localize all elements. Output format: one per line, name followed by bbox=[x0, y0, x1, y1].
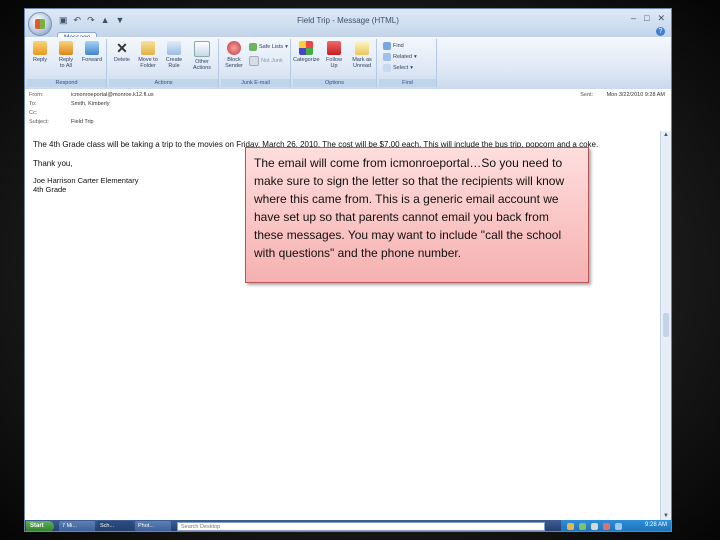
group-find: Find Related ▾ Select ▾ Find bbox=[379, 39, 437, 87]
select-button[interactable]: Select ▾ bbox=[383, 64, 413, 72]
cc-row: Cc: bbox=[29, 110, 38, 116]
group-label-junk-email: Junk E-mail bbox=[221, 79, 290, 87]
related-button[interactable]: Related ▾ bbox=[383, 53, 417, 61]
not-junk-button[interactable]: Not Junk bbox=[249, 56, 283, 66]
tray-icon[interactable] bbox=[591, 523, 598, 530]
window-controls: – □ ✕ bbox=[631, 13, 665, 24]
body-thanks: Thank you, bbox=[33, 159, 73, 168]
delete-icon: ✕ bbox=[116, 40, 128, 56]
reply-button[interactable]: Reply bbox=[27, 41, 53, 63]
reply-icon bbox=[33, 41, 47, 55]
other-actions-icon bbox=[194, 41, 210, 57]
sent-row: Sent: Mon 3/22/2010 9:28 AM bbox=[580, 92, 665, 98]
group-actions: ✕ Delete Move to Folder Create Rule Othe… bbox=[109, 39, 219, 87]
title-bar: ▣ ↶ ↷ ▲ ▼ Field Trip - Message (HTML) – … bbox=[25, 9, 671, 42]
chevron-down-icon: ▾ bbox=[285, 44, 288, 50]
taskbar-button-photos[interactable]: Phot... bbox=[135, 521, 171, 531]
forward-icon bbox=[85, 41, 99, 55]
related-icon bbox=[383, 53, 391, 61]
create-rule-button[interactable]: Create Rule bbox=[161, 41, 187, 69]
taskbar-button-mail[interactable]: 7 Mi... bbox=[59, 521, 95, 531]
taskbar-button-school[interactable]: Sch... bbox=[97, 521, 133, 531]
categorize-icon bbox=[299, 41, 313, 55]
signature-grade: 4th Grade bbox=[33, 185, 67, 194]
group-label-actions: Actions bbox=[109, 79, 218, 87]
tray-icon[interactable] bbox=[579, 523, 586, 530]
scroll-thumb[interactable] bbox=[663, 313, 669, 337]
subject-value: Field Trip bbox=[71, 119, 94, 125]
forward-button[interactable]: Forward bbox=[79, 41, 105, 63]
block-sender-button[interactable]: Block Sender bbox=[221, 41, 247, 69]
follow-up-button[interactable]: Follow Up bbox=[321, 41, 347, 69]
chevron-down-icon: ▾ bbox=[413, 54, 417, 60]
start-button[interactable]: Start bbox=[26, 521, 54, 531]
group-label-respond: Respond bbox=[27, 79, 106, 87]
block-sender-icon bbox=[227, 41, 241, 55]
safe-lists-icon bbox=[249, 43, 257, 51]
safe-lists-button[interactable]: Safe Lists ▾ bbox=[249, 43, 288, 51]
message-header: From: icmonroeportal@monroe.k12.fl.us To… bbox=[25, 89, 671, 132]
group-label-find: Find bbox=[379, 79, 436, 87]
other-actions-button[interactable]: Other Actions bbox=[189, 41, 215, 71]
ribbon-tabs: Message bbox=[57, 26, 98, 42]
select-icon bbox=[383, 64, 391, 72]
group-label-options: Options bbox=[293, 79, 376, 87]
delete-button[interactable]: ✕ Delete bbox=[109, 41, 135, 63]
desktop-search-input[interactable]: Search Desktop bbox=[177, 522, 545, 531]
clock[interactable]: 9:28 AM bbox=[645, 522, 667, 528]
rule-icon bbox=[167, 41, 181, 55]
system-tray: 9:28 AM bbox=[561, 520, 671, 531]
find-button[interactable]: Find bbox=[383, 42, 404, 50]
from-row: From: icmonroeportal@monroe.k12.fl.us bbox=[29, 92, 154, 98]
ribbon: Reply Reply to All Forward Respond ✕ Del… bbox=[25, 37, 671, 90]
envelope-icon bbox=[355, 41, 369, 55]
chevron-down-icon: ▾ bbox=[410, 65, 414, 71]
annotation-callout: The email will come from icmonroeportal…… bbox=[245, 147, 589, 283]
to-value[interactable]: Smith, Kimberly bbox=[71, 101, 110, 107]
binoculars-icon bbox=[383, 42, 391, 50]
move-to-folder-button[interactable]: Move to Folder bbox=[135, 41, 161, 69]
minimize-icon[interactable]: – bbox=[631, 13, 636, 24]
follow-up-flag-icon bbox=[327, 41, 341, 55]
not-junk-icon bbox=[249, 56, 259, 66]
group-junk-email: Block Sender Safe Lists ▾ Not Junk Junk E… bbox=[221, 39, 291, 87]
subject-row: Subject: Field Trip bbox=[29, 119, 94, 125]
scroll-up-icon[interactable]: ▲ bbox=[663, 132, 669, 138]
help-icon[interactable]: ? bbox=[656, 27, 665, 36]
group-options: Categorize Follow Up Mark as Unread Opti… bbox=[293, 39, 377, 87]
from-value[interactable]: icmonroeportal@monroe.k12.fl.us bbox=[71, 92, 154, 98]
tray-icon[interactable] bbox=[567, 523, 574, 530]
close-icon[interactable]: ✕ bbox=[657, 13, 665, 24]
mark-unread-button[interactable]: Mark as Unread bbox=[349, 41, 375, 69]
categorize-button[interactable]: Categorize bbox=[293, 41, 320, 63]
tray-icon[interactable] bbox=[615, 523, 622, 530]
tray-icon[interactable] bbox=[603, 523, 610, 530]
window-title: Field Trip - Message (HTML) bbox=[297, 16, 399, 25]
to-row: To: Smith, Kimberly bbox=[29, 101, 110, 107]
reply-all-button[interactable]: Reply to All bbox=[53, 41, 79, 69]
folder-icon bbox=[141, 41, 155, 55]
reply-all-icon bbox=[59, 41, 73, 55]
vertical-scrollbar[interactable]: ▲ ▼ bbox=[660, 131, 671, 520]
maximize-icon[interactable]: □ bbox=[644, 13, 649, 24]
sent-value: Mon 3/22/2010 9:28 AM bbox=[606, 92, 665, 98]
taskbar: Start 7 Mi... Sch... Phot... Search Desk… bbox=[25, 520, 671, 531]
group-respond: Reply Reply to All Forward Respond bbox=[27, 39, 107, 87]
signature-name: Joe Harrison Carter Elementary bbox=[33, 176, 139, 185]
scroll-down-icon[interactable]: ▼ bbox=[663, 513, 669, 519]
